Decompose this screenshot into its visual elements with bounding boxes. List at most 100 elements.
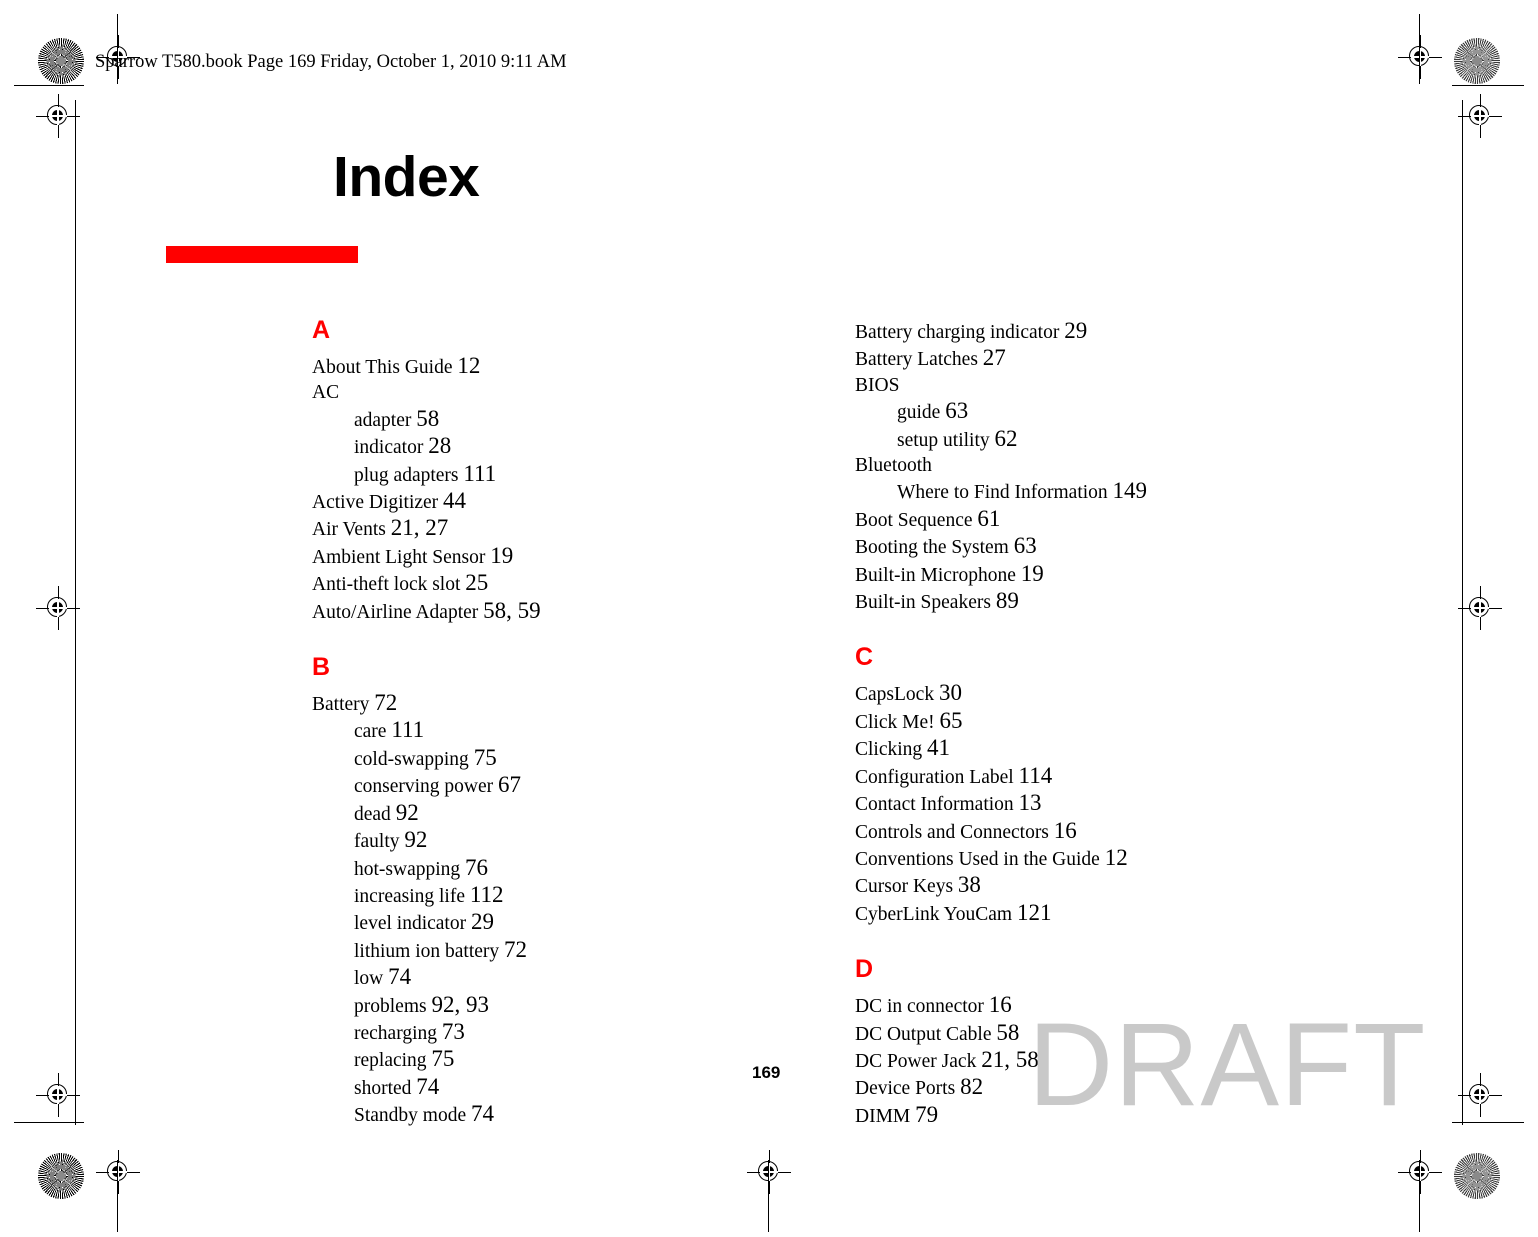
index-entry-page-numbers: 61 bbox=[977, 505, 1001, 531]
index-entry-text: recharging bbox=[354, 1022, 442, 1044]
index-entry-text: About This Guide bbox=[312, 357, 458, 378]
index-entry-page-numbers: 72 bbox=[374, 690, 398, 716]
index-entry-text: DIMM bbox=[855, 1105, 916, 1127]
index-entry-page-numbers: 121 bbox=[1016, 899, 1052, 925]
index-entry: Battery Latches 27 bbox=[855, 345, 1325, 372]
index-entry-text: Air Vents bbox=[312, 519, 391, 541]
index-entry-text: Built-in Speakers bbox=[855, 592, 996, 614]
index-entry: Air Vents 21, 27 bbox=[312, 515, 782, 542]
index-entry: About This Guide 12 bbox=[312, 353, 782, 380]
index-section-letter-c: C bbox=[855, 643, 874, 672]
index-entry-page-numbers: 58 bbox=[416, 405, 440, 431]
index-entry: Clicking 41 bbox=[855, 735, 1325, 762]
index-entry: Battery charging indicator 29 bbox=[855, 318, 1325, 345]
index-entry-page-numbers: 149 bbox=[1112, 478, 1148, 504]
crop-line-bottom-left-vertical bbox=[117, 1160, 119, 1232]
index-entry: CyberLink YouCam 121 bbox=[855, 900, 1325, 927]
index-entry-text: hot-swapping bbox=[354, 858, 466, 880]
title-red-rule bbox=[166, 246, 358, 263]
index-entry-page-numbers: 63 bbox=[1013, 533, 1037, 559]
crop-line-bottom-center-vertical bbox=[768, 1160, 770, 1232]
index-entry-page-numbers: 92 bbox=[395, 799, 419, 825]
index-entry: Cursor Keys 38 bbox=[855, 872, 1325, 899]
index-entry-page-numbers: 16 bbox=[1053, 817, 1077, 843]
index-entry-text: Controls and Connectors bbox=[855, 821, 1054, 843]
index-entry-text: Conventions Used in the Guide bbox=[855, 848, 1105, 870]
index-entry-text: BIOS bbox=[855, 374, 900, 396]
index-subentry: lithium ion battery 72 bbox=[312, 937, 782, 964]
index-entry-page-numbers: 63 bbox=[945, 398, 969, 424]
crop-line-top-right-horizontal bbox=[1452, 85, 1524, 87]
star-target-mark-bottom-left bbox=[38, 1153, 84, 1199]
index-subentry: adapter 58 bbox=[312, 406, 782, 433]
index-entry-page-numbers: 89 bbox=[995, 588, 1019, 614]
registration-mark-middle-right bbox=[1458, 586, 1502, 630]
index-entry-text: Click Me! bbox=[855, 711, 940, 733]
index-entry-text: Battery Latches bbox=[855, 349, 983, 371]
index-entry-page-numbers: 112 bbox=[469, 881, 504, 907]
index-entry-text: DC Power Jack bbox=[855, 1050, 982, 1072]
index-subentry: conserving power 67 bbox=[312, 772, 782, 799]
index-subentry: plug adapters 111 bbox=[312, 461, 782, 488]
crop-line-top-left-vertical bbox=[117, 14, 119, 84]
index-entry-text: lithium ion battery bbox=[354, 940, 505, 962]
index-subentry: hot-swapping 76 bbox=[312, 855, 782, 882]
index-entry-page-numbers: 27 bbox=[982, 345, 1006, 371]
index-entry: Anti-theft lock slot 25 bbox=[312, 570, 782, 597]
index-entry: Bluetooth bbox=[855, 453, 1325, 478]
index-subentry: Standby mode 74 bbox=[312, 1101, 782, 1128]
index-section-letter-d: D bbox=[855, 955, 874, 984]
index-subentry: low 74 bbox=[312, 964, 782, 991]
index-entry-text: Ambient Light Sensor bbox=[312, 546, 491, 568]
index-entry-page-numbers: 30 bbox=[938, 680, 962, 706]
index-entry-page-numbers: 65 bbox=[939, 707, 963, 733]
index-entry-page-numbers: 72 bbox=[504, 936, 528, 962]
index-entry-page-numbers: 28 bbox=[428, 433, 452, 459]
index-subentry: cold-swapping 75 bbox=[312, 745, 782, 772]
index-entry-page-numbers: 13 bbox=[1018, 790, 1042, 816]
index-entry-page-numbers: 75 bbox=[473, 744, 497, 770]
index-entry-text: Contact Information bbox=[855, 794, 1019, 816]
index-subentry: indicator 28 bbox=[312, 433, 782, 460]
registration-mark-top-left-corner bbox=[36, 94, 80, 138]
index-entry-text: Device Ports bbox=[855, 1078, 961, 1100]
index-entry-text: conserving power bbox=[354, 776, 499, 798]
index-entry-text: low bbox=[354, 968, 389, 990]
index-entry-page-numbers: 19 bbox=[490, 542, 514, 568]
index-entry-page-numbers: 111 bbox=[463, 460, 497, 486]
index-entry-page-numbers: 21, 27 bbox=[390, 515, 449, 541]
index-entry-page-numbers: 25 bbox=[465, 570, 489, 596]
document-page: Sparrow T580.book Page 169 Friday, Octob… bbox=[0, 0, 1538, 1237]
index-entry-page-numbers: 58, 59 bbox=[483, 597, 541, 623]
index-entry-page-numbers: 114 bbox=[1018, 762, 1053, 788]
page-edge-rule-left bbox=[75, 100, 77, 1125]
page-folio-number: 169 bbox=[752, 1063, 781, 1082]
index-entry: Active Digitizer 44 bbox=[312, 488, 782, 515]
index-entry-page-numbers: 58 bbox=[996, 1019, 1020, 1045]
index-entry-text: problems bbox=[354, 995, 432, 1017]
crop-line-top-left-horizontal bbox=[14, 85, 84, 87]
index-entry-text: level indicator bbox=[354, 913, 471, 935]
index-entry-text: guide bbox=[897, 402, 946, 424]
index-entry-text: Auto/Airline Adapter bbox=[312, 601, 484, 623]
index-entry-text: dead bbox=[354, 803, 396, 825]
star-target-mark-bottom-right bbox=[1454, 1153, 1500, 1199]
index-entry-text: faulty bbox=[354, 831, 405, 853]
registration-mark-bottom-left-corner bbox=[36, 1073, 80, 1117]
index-entry-text: Battery charging indicator bbox=[855, 322, 1065, 343]
index-entry: Conventions Used in the Guide 12 bbox=[855, 845, 1325, 872]
index-subentry: level indicator 29 bbox=[312, 909, 782, 936]
page-edge-rule-right bbox=[1462, 100, 1464, 1125]
index-entry-text: Active Digitizer bbox=[312, 492, 444, 514]
index-subentry: dead 92 bbox=[312, 800, 782, 827]
index-entry: Click Me! 65 bbox=[855, 708, 1325, 735]
index-entry: CapsLock 30 bbox=[855, 680, 1325, 707]
index-subentry: Where to Find Information 149 bbox=[855, 478, 1325, 505]
index-entry-page-numbers: 62 bbox=[994, 425, 1018, 451]
index-entry-page-numbers: 74 bbox=[471, 1101, 494, 1127]
index-entry-text: CyberLink YouCam bbox=[855, 903, 1017, 925]
index-entry-text: indicator bbox=[354, 437, 429, 459]
index-entry-page-numbers: 75 bbox=[431, 1046, 455, 1072]
index-entry-page-numbers: 82 bbox=[960, 1074, 984, 1100]
index-subentry: shorted 74 bbox=[312, 1074, 782, 1101]
